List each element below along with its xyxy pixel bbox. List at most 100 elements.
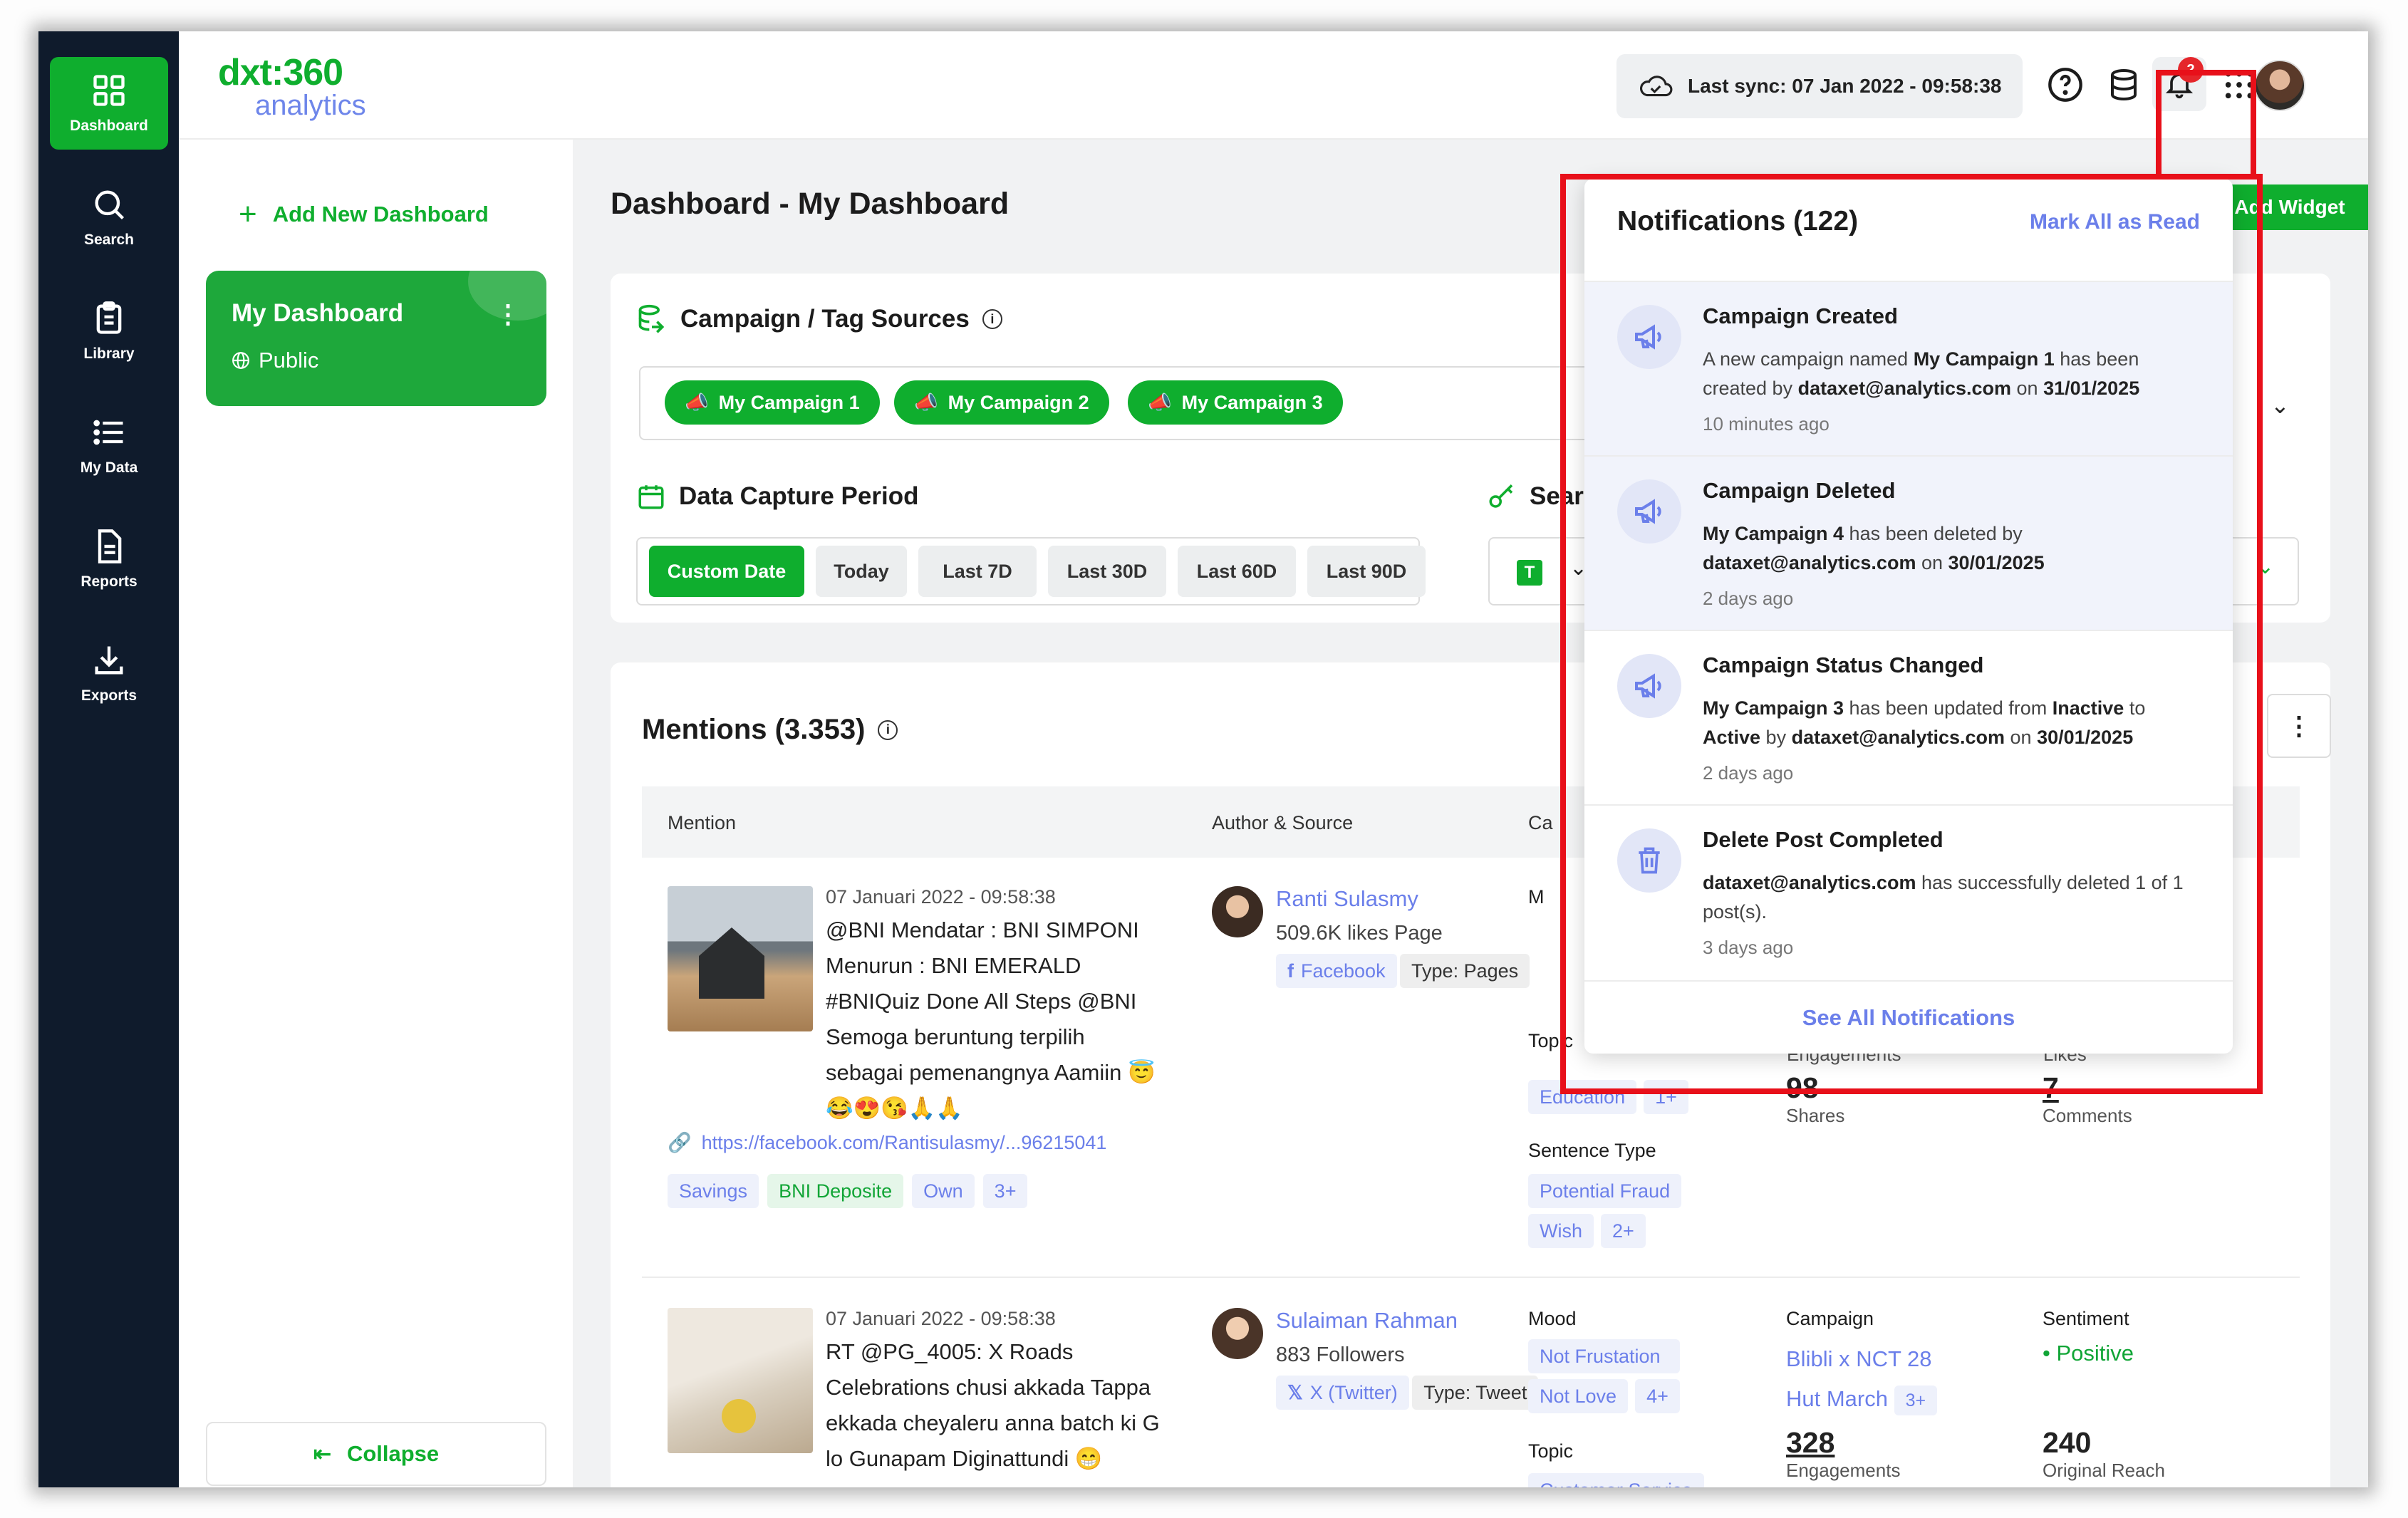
tag-chip[interactable]: Savings <box>668 1174 759 1208</box>
rail-reports[interactable]: Reports <box>50 513 168 605</box>
megaphone-icon: 📣 <box>685 392 709 413</box>
tag-chip[interactable]: BNI Deposite <box>767 1174 904 1208</box>
globe-icon <box>232 352 249 369</box>
mood-chips: Not Frustation Not Love 4+ <box>1528 1339 1680 1413</box>
dashboard-name: My Dashboard <box>232 299 404 327</box>
rail-dashboard[interactable]: Dashboard <box>50 57 168 150</box>
logo: dxt:360 analytics <box>218 52 366 121</box>
rail-label: Dashboard <box>70 118 148 134</box>
rail-exports[interactable]: Exports <box>50 627 168 719</box>
author-followers: 883 Followers <box>1276 1343 1405 1366</box>
topic-chip[interactable]: Customer Service <box>1528 1473 1704 1487</box>
user-avatar[interactable] <box>2254 60 2305 111</box>
page-title: Dashboard - My Dashboard <box>611 187 1010 221</box>
period-custom-date[interactable]: Custom Date <box>649 546 804 597</box>
left-rail: Dashboard Search Library My Data Reports… <box>38 31 179 1487</box>
period-last-90d[interactable]: Last 90D <box>1307 546 1426 597</box>
col-mention: Mention <box>668 812 737 833</box>
rail-label: Search <box>83 232 135 248</box>
col-author-source: Author & Source <box>1212 812 1354 833</box>
link-icon: 🔗 <box>668 1132 692 1153</box>
author-avatar <box>1212 886 1263 937</box>
period-selector: Custom Date Today Last 7D Last 30D Last … <box>636 537 1426 605</box>
mood-label: Mood <box>1528 1308 1577 1329</box>
dashboard-list-panel: + Add New Dashboard My Dashboard ⋮ Publi… <box>179 140 573 1487</box>
x-twitter-icon: 𝕏 <box>1287 1381 1303 1403</box>
megaphone-icon: 📣 <box>914 392 938 413</box>
source-chip: f Facebook <box>1276 954 1397 988</box>
campaign-sources-title: Campaign / Tag Sources i <box>636 303 1002 335</box>
stat-engagements: 328 Engagements <box>1786 1426 1901 1481</box>
clipboard-icon <box>96 301 122 334</box>
cloud-sync-icon <box>1640 76 1673 97</box>
campaign-links: Blibli x NCT 28 Hut March 3+ <box>1786 1339 1938 1419</box>
mentions-title: Mentions (3.353) i <box>642 714 898 746</box>
rail-label: Reports <box>81 573 137 590</box>
tag-chip[interactable]: Own <box>912 1174 975 1208</box>
author-info: Sulaiman Rahman 883 Followers 𝕏X (Twitte… <box>1276 1308 1539 1410</box>
document-icon <box>98 529 122 563</box>
add-new-dashboard-button[interactable]: + Add New Dashboard <box>239 197 489 232</box>
rail-label: My Data <box>80 459 138 476</box>
more-options-button[interactable]: ⋮ <box>2267 694 2331 758</box>
plus-icon: + <box>239 197 257 232</box>
type-chip: Type: Tweet <box>1412 1376 1539 1410</box>
campaign-tag[interactable]: 📣 My Campaign 2 <box>894 380 1109 425</box>
post-text: RT @PG_4005: X Roads Celebrations chusi … <box>826 1339 1160 1471</box>
post-tags: Savings BNI Deposite Own 3+ <box>668 1174 1028 1208</box>
author-name[interactable]: Ranti Sulasmy <box>1276 886 1530 912</box>
kebab-menu-icon[interactable]: ⋮ <box>495 299 521 329</box>
mood-label: M <box>1528 886 1545 908</box>
period-last-30d[interactable]: Last 30D <box>1048 546 1166 597</box>
period-last-7d[interactable]: Last 7D <box>918 546 1037 597</box>
chevron-down-icon[interactable]: ⌄ <box>2271 392 2290 419</box>
search-icon <box>95 190 125 220</box>
facebook-icon: f <box>1287 960 1294 982</box>
rail-search[interactable]: Search <box>50 171 168 264</box>
download-icon <box>95 646 123 675</box>
sentiment-value: • Positive <box>2043 1341 2134 1366</box>
megaphone-icon: 📣 <box>1148 392 1172 413</box>
stat-reach: 240 Original Reach <box>2043 1426 2165 1481</box>
author-name[interactable]: Sulaiman Rahman <box>1276 1308 1538 1334</box>
dashboard-visibility: Public <box>232 348 318 373</box>
rail-my-data[interactable]: My Data <box>50 399 168 492</box>
sentence-type-label: Sentence Type <box>1528 1140 1656 1161</box>
period-today[interactable]: Today <box>816 546 907 597</box>
rail-library[interactable]: Library <box>50 285 168 378</box>
post-thumbnail[interactable] <box>668 1308 813 1453</box>
help-button[interactable] <box>2044 63 2087 106</box>
info-icon[interactable]: i <box>982 309 1002 329</box>
more-tags-chip[interactable]: 3+ <box>982 1174 1028 1208</box>
sentiment-label: Sentiment <box>2043 1308 2129 1329</box>
post-content: 07 Januari 2022 - 09:58:38 @BNI Mendatar… <box>826 886 1182 1126</box>
database-button[interactable] <box>2102 63 2145 106</box>
add-dashboard-label: Add New Dashboard <box>272 202 489 227</box>
source-chip: 𝕏X (Twitter) <box>1276 1376 1409 1410</box>
collapse-icon: ⇤ <box>313 1442 331 1466</box>
text-type-icon: T <box>1517 560 1542 586</box>
collapse-button[interactable]: ⇤ Collapse <box>206 1422 546 1486</box>
post-thumbnail[interactable] <box>668 886 813 1031</box>
dashboard-card[interactable]: My Dashboard ⋮ Public <box>206 271 546 406</box>
flower-shape <box>722 1399 756 1433</box>
campaign-source-icon <box>638 304 665 333</box>
sync-label: Last sync: 07 Jan 2022 - 09:58:38 <box>1688 75 2002 97</box>
post-date: 07 Januari 2022 - 09:58:38 <box>826 886 1056 908</box>
highlight-box-panel <box>1560 174 2263 1094</box>
dashboard-grid-icon <box>93 75 125 106</box>
info-icon[interactable]: i <box>878 719 898 740</box>
topic-label: Topic <box>1528 1440 1574 1462</box>
post-link[interactable]: 🔗 https://facebook.com/Rantisulasmy/...9… <box>668 1131 1106 1154</box>
type-chip: Type: Pages <box>1400 954 1530 988</box>
help-icon <box>2048 68 2082 102</box>
campaign-tag[interactable]: 📣 My Campaign 1 <box>665 380 880 425</box>
campaign-tag[interactable]: 📣 My Campaign 3 <box>1128 380 1343 425</box>
post-date: 07 Januari 2022 - 09:58:38 <box>826 1308 1056 1329</box>
author-info: Ranti Sulasmy 509.6K likes Page f Faceboo… <box>1276 886 1530 988</box>
sentence-chips: Potential Fraud Wish 2+ <box>1528 1174 1682 1248</box>
period-last-60d[interactable]: Last 60D <box>1178 546 1296 597</box>
last-sync-indicator: Last sync: 07 Jan 2022 - 09:58:38 <box>1616 54 2023 118</box>
key-icon <box>1489 484 1513 508</box>
table-row: 07 Januari 2022 - 09:58:38 RT @PG_4005: … <box>642 1279 2300 1487</box>
